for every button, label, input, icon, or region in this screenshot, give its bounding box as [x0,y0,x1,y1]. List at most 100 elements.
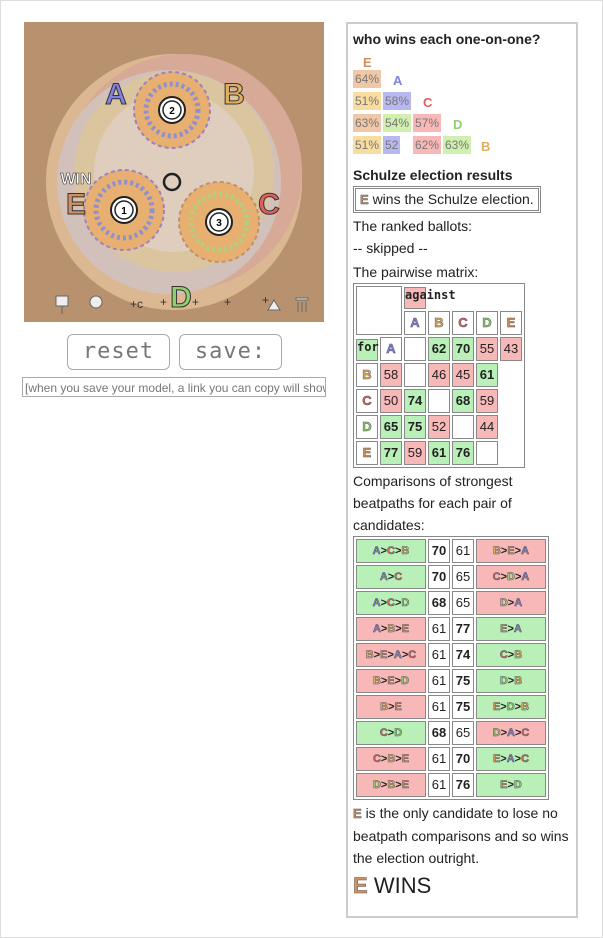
beatpath-cell: E>A [476,617,546,642]
beatpath-cell: D>B>E [356,773,426,798]
matrix-cell: 75 [404,415,426,440]
beatpath-row: A>C>B 70 61 B>E>A [356,539,546,564]
reset-button[interactable]: reset [67,334,170,370]
ballots-value: -- skipped -- [353,240,428,256]
one-on-one-heading: who wins each one-on-one? [353,31,541,47]
columns-icon[interactable] [295,297,309,312]
one-on-one-cell: 58% [383,92,412,110]
beatpath-cell: B>E>A [476,539,546,564]
beatpath-cell: B>E [356,695,426,720]
conclusion-winner-letter: E [353,806,362,822]
beatpath-cell: 61 [428,773,450,798]
beatpath-cell: 61 [428,747,450,772]
beatpath-row: B>E>A>C 61 74 C>B [356,643,546,668]
beatpath-cell: 68 [428,721,450,746]
candidate-e[interactable]: E [65,188,86,222]
beatpath-cell: B>E>D [356,669,426,694]
beatpath-label: Comparisons of strongest beatpaths for e… [353,473,513,534]
candidate-d[interactable]: D [170,281,193,315]
conclusion-sentence: is the only candidate to lose no beatpat… [353,805,569,867]
beatpath-cell: C>D>A [476,565,546,590]
voter-group-3[interactable]: 3 [178,181,260,263]
beatpath-cell: 74 [452,643,474,668]
save-button[interactable]: save: [179,334,282,370]
beatpath-cell: D>A>C [476,721,546,746]
schulze-title: Schulze election results [353,167,513,183]
matrix-cell: 59 [476,389,498,414]
matrix-col-header: A [404,311,426,336]
beatpath-cell: 65 [452,565,474,590]
matrix-row-header: D [356,415,378,440]
candidate-a[interactable]: A [105,78,128,112]
beatpath-cell: A>C [356,565,426,590]
winner-text: wins the Schulze election. [372,191,534,207]
beatpath-cell: C>B [476,643,546,668]
ballots-label: The ranked ballots: [353,218,473,234]
beatpath-cell: D>B [476,669,546,694]
tri-label-d: D [453,117,463,132]
one-on-one-cell: 57% [413,114,442,132]
winner-letter: E [360,192,369,208]
beatpath-cell: E>A>C [476,747,546,772]
matrix-cell: 52 [428,415,450,440]
matrix-cell [476,441,498,466]
tri-label-c: C [423,95,433,110]
one-on-one-cell: 62% [413,136,442,154]
voter-group-1[interactable]: 1 [83,169,165,251]
one-on-one-cell: 54% [383,114,412,132]
against-header: against [404,287,456,310]
beatpath-cell: 70 [428,539,450,564]
matrix-cell: 44 [476,415,498,440]
matrix-cell: 43 [500,337,522,362]
beatpath-cell: D>A [476,591,546,616]
one-on-one-triangle: E A C D B 64% 51% 58% 63% 54% 57% 51% 52 62% 63% [353,52,571,156]
beatpath-cell: 65 [452,721,474,746]
beatpath-row: D>B>E 61 76 E>D [356,773,546,798]
beatpath-cell: C>B>E [356,747,426,772]
win-label: WIN [60,171,91,188]
beatpath-cell: 61 [452,539,474,564]
ballot-box-icon[interactable] [55,295,69,314]
add-candidate-icon[interactable]: +c [130,297,143,311]
beatpath-cell: 76 [452,773,474,798]
matrix-cell: 68 [452,389,474,414]
matrix-cell: 74 [404,389,426,414]
matrix-cell: 50 [380,389,402,414]
matrix-row-header: A [380,337,402,362]
one-on-one-cell: 63% [353,114,382,132]
for-header: for [356,338,379,361]
gear-icon[interactable] [89,295,103,309]
svg-text:3: 3 [216,218,222,229]
beatpath-cell: C>D [356,721,426,746]
matrix-row-header: C [356,389,378,414]
candidate-b[interactable]: B [223,78,246,112]
final-winner: E WINS [353,873,571,899]
matrix-cell [404,337,426,362]
add-grid-icon[interactable]: + [224,295,231,309]
beatpath-cell: E>D>B [476,695,546,720]
add-voter-group-icon[interactable]: + [192,295,199,309]
svg-text:1: 1 [121,206,127,217]
voter-group-2[interactable]: 2 [133,71,211,149]
svg-text:2: 2 [169,106,175,117]
matrix-cell [452,415,474,440]
voting-simulation-canvas[interactable]: 2 1 3 A B C D E WIN +c + + + + [24,22,324,322]
matrix-cell: 77 [380,441,402,466]
matrix-cell: 61 [476,363,498,388]
one-on-one-cell: 51% [353,92,382,110]
beatpath-row: B>E>D 61 75 D>B [356,669,546,694]
one-on-one-cell: 51% [353,136,382,154]
add-triangle-icon[interactable]: + [262,293,281,311]
add-voter-icon[interactable]: + [160,295,167,309]
final-winner-letter: E [353,873,368,899]
save-link-field[interactable]: [when you save your model, a link you ca… [22,377,326,397]
candidate-c[interactable]: C [258,188,281,222]
matrix-cell: 61 [428,441,450,466]
beatpath-cell: 61 [428,617,450,642]
beatpath-cell: 77 [452,617,474,642]
tri-label-a: A [393,73,403,88]
beatpath-cell: 61 [428,643,450,668]
one-on-one-cell: 52 [383,136,401,154]
beatpath-cell: B>E>A>C [356,643,426,668]
matrix-cell: 76 [452,441,474,466]
